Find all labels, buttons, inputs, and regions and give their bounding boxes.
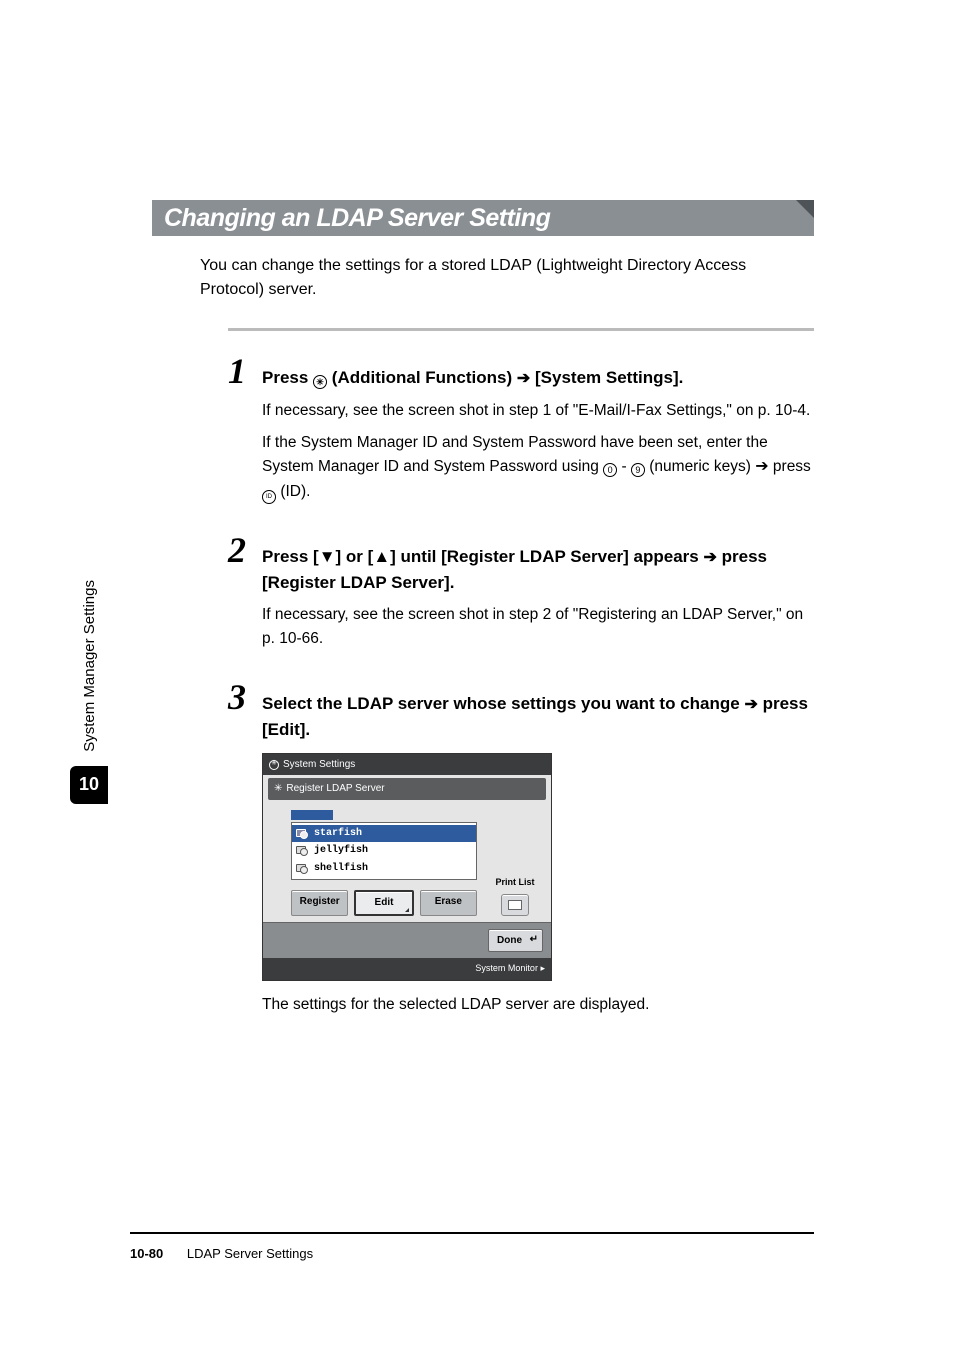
print-list-label: Print List bbox=[487, 876, 543, 890]
screenshot-panel: ✳ System Settings ✳ Register LDAP Server bbox=[262, 753, 552, 981]
right-arrow-icon: ➔ bbox=[744, 693, 757, 717]
ldap-server-name: jellyfish bbox=[314, 843, 368, 859]
chapter-number-tab: 10 bbox=[70, 766, 108, 804]
ldap-screenshot: ✳ System Settings ✳ Register LDAP Server bbox=[262, 753, 552, 981]
edit-button[interactable]: Edit bbox=[354, 890, 413, 916]
step-2-title: Press [▼] or [▲] until [Register LDAP Se… bbox=[262, 544, 814, 596]
step-1-title-a: Press bbox=[262, 368, 313, 387]
system-settings-bar: ✳ System Settings bbox=[263, 754, 551, 776]
step-1-note-2b: - bbox=[621, 458, 630, 475]
step-2: 2 Press [▼] or [▲] until [Register LDAP … bbox=[228, 532, 814, 652]
right-arrow-icon: ➔ bbox=[517, 367, 530, 391]
step-1-note-2e: (ID). bbox=[280, 483, 310, 500]
step-2-title-b: ] or [ bbox=[336, 547, 374, 566]
numeric-key-0-icon: 0 bbox=[603, 463, 617, 477]
ldap-server-row-selected[interactable]: starfish bbox=[292, 825, 476, 843]
step-1-title-c: [System Settings]. bbox=[535, 368, 683, 387]
ldap-server-column-header bbox=[291, 810, 333, 820]
system-monitor-bar[interactable]: System Monitor bbox=[263, 958, 551, 980]
step-3-body: ✳ System Settings ✳ Register LDAP Server bbox=[262, 753, 814, 1017]
additional-functions-key-icon: ✳ bbox=[313, 375, 327, 389]
step-number: 2 bbox=[228, 532, 262, 568]
step-1-note-1: If necessary, see the screen shot in ste… bbox=[262, 399, 814, 423]
done-button[interactable]: Done bbox=[488, 929, 543, 953]
step-1-title-b: (Additional Functions) bbox=[332, 368, 517, 387]
step-2-title-a: Press [ bbox=[262, 547, 319, 566]
erase-button[interactable]: Erase bbox=[420, 890, 477, 916]
print-list-area: Print List bbox=[487, 876, 543, 916]
system-settings-label: System Settings bbox=[283, 757, 355, 773]
server-icon bbox=[296, 864, 308, 874]
section-heading: Changing an LDAP Server Setting bbox=[164, 200, 550, 236]
additional-functions-icon: ✳ bbox=[274, 781, 282, 797]
step-1-note-2d: press bbox=[773, 458, 811, 475]
server-icon bbox=[296, 829, 308, 839]
separator-rule bbox=[228, 328, 814, 331]
step-2-header: 2 Press [▼] or [▲] until [Register LDAP … bbox=[228, 532, 814, 596]
down-triangle-icon: ▼ bbox=[319, 547, 336, 566]
chapter-sidebar: System Manager Settings 10 bbox=[70, 580, 108, 804]
footer-title: LDAP Server Settings bbox=[187, 1246, 313, 1261]
ldap-server-list: starfish jellyfish shellfish bbox=[291, 822, 477, 881]
step-number: 1 bbox=[228, 353, 262, 389]
step-1-title: Press ✳ (Additional Functions) ➔ [System… bbox=[262, 365, 683, 391]
step-1: 1 Press ✳ (Additional Functions) ➔ [Syst… bbox=[228, 353, 814, 504]
register-ldap-label: Register LDAP Server bbox=[286, 781, 384, 797]
screenshot-button-row: Register Edit Erase bbox=[291, 890, 477, 916]
server-icon bbox=[296, 846, 308, 856]
step-2-body: If necessary, see the screen shot in ste… bbox=[262, 603, 814, 651]
step-3: 3 Select the LDAP server whose settings … bbox=[228, 679, 814, 1017]
step-3-header: 3 Select the LDAP server whose settings … bbox=[228, 679, 814, 743]
intro-paragraph: You can change the settings for a stored… bbox=[200, 254, 814, 302]
right-arrow-icon: ➔ bbox=[755, 455, 768, 480]
page-number: 10-80 bbox=[130, 1246, 163, 1261]
register-ldap-bar: ✳ Register LDAP Server bbox=[268, 778, 546, 800]
heading-chevron-icon bbox=[796, 200, 814, 236]
step-1-header: 1 Press ✳ (Additional Functions) ➔ [Syst… bbox=[228, 353, 814, 391]
ldap-server-row[interactable]: jellyfish bbox=[292, 842, 476, 860]
ldap-server-name: shellfish bbox=[314, 861, 368, 877]
up-triangle-icon: ▲ bbox=[373, 547, 390, 566]
additional-functions-icon: ✳ bbox=[269, 760, 279, 770]
step-1-body: If necessary, see the screen shot in ste… bbox=[262, 399, 814, 504]
step-3-title: Select the LDAP server whose settings yo… bbox=[262, 691, 814, 743]
chapter-sidebar-label: System Manager Settings bbox=[81, 580, 98, 752]
step-2-note-1: If necessary, see the screen shot in ste… bbox=[262, 603, 814, 651]
numeric-key-9-icon: 9 bbox=[631, 463, 645, 477]
step-3-note-1: The settings for the selected LDAP serve… bbox=[262, 993, 814, 1017]
id-key-icon: ID bbox=[262, 490, 276, 504]
right-arrow-icon: ➔ bbox=[703, 546, 716, 570]
register-button[interactable]: Register bbox=[291, 890, 348, 916]
ldap-server-name: starfish bbox=[314, 826, 362, 842]
step-1-note-2c: (numeric keys) bbox=[649, 458, 755, 475]
print-list-button[interactable] bbox=[501, 894, 529, 916]
step-2-title-c: ] until [Register LDAP Server] appears bbox=[390, 547, 703, 566]
system-monitor-label: System Monitor bbox=[475, 963, 538, 973]
screenshot-body: starfish jellyfish shellfish bbox=[263, 800, 551, 922]
step-3-title-a: Select the LDAP server whose settings yo… bbox=[262, 694, 744, 713]
page: Changing an LDAP Server Setting You can … bbox=[0, 0, 954, 1351]
steps-list: 1 Press ✳ (Additional Functions) ➔ [Syst… bbox=[228, 353, 814, 1017]
page-footer: 10-80 LDAP Server Settings bbox=[130, 1232, 814, 1261]
step-1-note-2: If the System Manager ID and System Pass… bbox=[262, 431, 814, 504]
section-heading-bar: Changing an LDAP Server Setting bbox=[140, 200, 814, 236]
ldap-server-column: starfish jellyfish shellfish bbox=[291, 810, 477, 916]
ldap-server-row[interactable]: shellfish bbox=[292, 860, 476, 878]
step-number: 3 bbox=[228, 679, 262, 715]
done-bar: Done bbox=[263, 922, 551, 959]
